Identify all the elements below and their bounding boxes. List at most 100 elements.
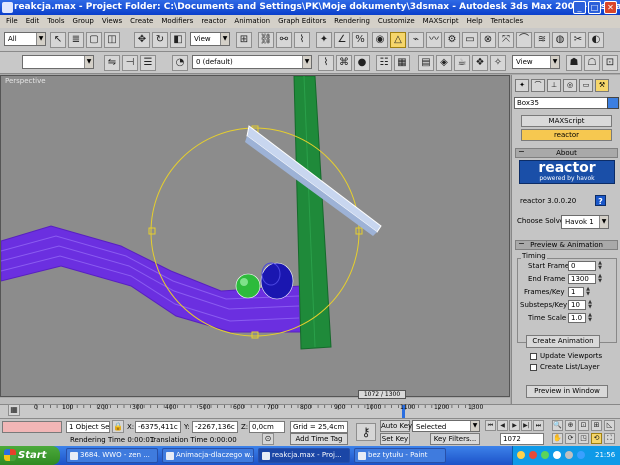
motion-tab-icon[interactable]: ◎ xyxy=(563,79,577,92)
preview-rollout-header[interactable]: − Preview & Animation xyxy=(515,240,618,250)
select-link-icon[interactable]: ⛓ xyxy=(258,32,274,48)
reference-coord-dropdown[interactable]: View ▼ xyxy=(190,32,230,46)
reactor-cloth-icon[interactable]: ⌁ xyxy=(408,32,424,48)
utilities-tab-icon[interactable]: ⚒ xyxy=(595,79,609,92)
menu-reactor[interactable]: reactor xyxy=(197,15,230,28)
named-selection-input[interactable]: ▼ xyxy=(22,55,94,69)
spinner-arrows-icon[interactable]: ▲ ▼ xyxy=(587,313,593,323)
app-icon[interactable] xyxy=(2,2,13,13)
viewport-scene[interactable] xyxy=(1,76,510,397)
render-last-icon[interactable]: ☕ xyxy=(454,55,470,71)
network-icon[interactable] xyxy=(577,451,585,459)
time-tag-icon[interactable]: ⊙ xyxy=(262,433,274,445)
zoom-all-icon[interactable]: ⊕ xyxy=(565,420,576,431)
z-coordinate-field[interactable]: 0,0cm xyxy=(249,421,285,433)
menu-edit[interactable]: Edit xyxy=(22,15,44,28)
reactor-plane-icon[interactable]: ▭ xyxy=(462,32,478,48)
layer-visibility-icon[interactable]: ◔ xyxy=(172,55,188,71)
select-object-icon[interactable]: ↖ xyxy=(50,32,66,48)
object-name-field[interactable]: Box35 xyxy=(514,97,614,109)
tray-icon[interactable] xyxy=(517,451,525,459)
reactor-wind-icon[interactable]: ≋ xyxy=(534,32,550,48)
lock-selection-icon[interactable]: 🔒 xyxy=(112,420,124,433)
green-sphere[interactable] xyxy=(235,273,261,299)
render-teapot-icon[interactable]: ☗ xyxy=(566,55,582,71)
bind-space-warp-icon[interactable]: ⌇ xyxy=(294,32,310,48)
tray-icon[interactable] xyxy=(529,451,537,459)
spinner-arrows-icon[interactable]: ▲ ▼ xyxy=(597,274,603,284)
layer-manager-icon[interactable]: ☰ xyxy=(140,55,156,71)
go-to-end-icon[interactable]: ⏭ xyxy=(533,420,544,431)
open-curve-editor-icon[interactable]: ▦ xyxy=(8,404,20,416)
taskbar-item-paint[interactable]: bez tytułu - Paint xyxy=(354,448,446,463)
reactor-xy-icon[interactable]: ⤧ xyxy=(498,32,514,48)
window-crossing-icon[interactable]: ◫ xyxy=(104,32,120,48)
speaker-icon[interactable] xyxy=(565,451,573,459)
modify-tab-icon[interactable]: ⌒ xyxy=(531,79,545,92)
spinner-arrows-icon[interactable]: ▲ ▼ xyxy=(597,261,603,271)
tray-icon[interactable] xyxy=(553,451,561,459)
key-mode-dropdown[interactable]: Selected ▼ xyxy=(412,420,480,432)
menu-modifiers[interactable]: Modifiers xyxy=(157,15,197,28)
substeps-key-spinner[interactable]: 10 xyxy=(568,300,586,310)
zoom-extents-all-icon[interactable]: ⊞ xyxy=(591,420,602,431)
display-tab-icon[interactable]: ▭ xyxy=(579,79,593,92)
start-frame-spinner[interactable]: 0 xyxy=(568,261,596,271)
maximize-icon[interactable]: □ xyxy=(588,1,601,14)
reactor-fracture-icon[interactable]: ✂ xyxy=(570,32,586,48)
unlink-icon[interactable]: ⚯ xyxy=(276,32,292,48)
render-production-icon[interactable]: ❖ xyxy=(472,55,488,71)
taskbar-item-animacja[interactable]: Animacja-dlaczego w... xyxy=(162,448,254,463)
maximize-viewport-icon[interactable]: ◳ xyxy=(578,433,589,444)
menu-animation[interactable]: Animation xyxy=(230,15,274,28)
active-shade-icon[interactable]: ◈ xyxy=(436,55,452,71)
zoom-extents-icon[interactable]: ⊡ xyxy=(578,420,589,431)
perspective-viewport[interactable]: Perspective xyxy=(0,75,510,397)
menu-file[interactable]: File xyxy=(2,15,22,28)
render-setup-icon[interactable]: ☷ xyxy=(376,55,392,71)
angle-snap-icon[interactable]: ∠ xyxy=(334,32,350,48)
object-color-swatch[interactable] xyxy=(607,97,619,109)
spinner-arrows-icon[interactable]: ▲ ▼ xyxy=(587,300,593,310)
schematic-view-icon[interactable]: ⌘ xyxy=(336,55,352,71)
go-to-start-icon[interactable]: ⏮ xyxy=(485,420,496,431)
selection-filter-dropdown[interactable]: All ▼ xyxy=(4,32,46,46)
viewport-config-icon[interactable]: ⛶ xyxy=(604,433,615,444)
solver-dropdown[interactable]: Havok 1 ▼ xyxy=(561,215,609,229)
select-scale-icon[interactable]: ◧ xyxy=(170,32,186,48)
x-coordinate-field[interactable]: -6375,411c xyxy=(135,421,181,433)
taskbar-item-browser[interactable]: 3684. WWO - zen ... xyxy=(66,448,158,463)
select-by-name-icon[interactable]: ≣ xyxy=(68,32,84,48)
hierarchy-tab-icon[interactable]: ⊥ xyxy=(547,79,561,92)
pivot-center-icon[interactable]: ⊞ xyxy=(236,32,252,48)
end-frame-spinner[interactable]: 1300 xyxy=(568,274,596,284)
key-filters-button[interactable]: Key Filters... xyxy=(430,433,480,445)
spinner-arrows-icon[interactable]: ▲ ▼ xyxy=(585,287,591,297)
menu-group[interactable]: Group xyxy=(69,15,98,28)
maxscript-button[interactable]: MAXScript xyxy=(521,115,612,127)
menu-tentacles[interactable]: Tentacles xyxy=(487,15,528,28)
y-coordinate-field[interactable]: -2267,136c xyxy=(192,421,238,433)
reactor-rigid-body-icon[interactable]: ◉ xyxy=(372,32,388,48)
render-extra-icon[interactable]: ⊡ xyxy=(602,55,618,71)
tray-icon[interactable] xyxy=(541,451,549,459)
create-tab-icon[interactable]: ✦ xyxy=(515,79,529,92)
menu-help[interactable]: Help xyxy=(463,15,487,28)
time-scale-spinner[interactable]: 1.0 xyxy=(568,313,586,323)
menu-tools[interactable]: Tools xyxy=(43,15,68,28)
orbit-icon[interactable]: ⟳ xyxy=(565,433,576,444)
taskbar-item-3dsmax[interactable]: reakcja.max - Proj... xyxy=(258,448,350,463)
field-of-view-icon[interactable]: ◺ xyxy=(604,420,615,431)
walk-through-icon[interactable]: ⟲ xyxy=(591,433,602,444)
add-time-tag-button[interactable]: Add Time Tag xyxy=(290,433,348,445)
render-preset-dropdown[interactable]: View ▼ xyxy=(512,55,560,69)
preview-window-button[interactable]: Preview in Window xyxy=(526,385,608,398)
current-frame-field[interactable]: 1072 xyxy=(500,433,544,445)
about-rollout-header[interactable]: − About xyxy=(515,148,618,158)
time-slider-thumb[interactable]: 1072 / 1300 xyxy=(358,390,406,399)
menu-graph-editors[interactable]: Graph Editors xyxy=(274,15,330,28)
curve-editor-icon[interactable]: ⌇ xyxy=(318,55,334,71)
selection-region-icon[interactable]: ▢ xyxy=(86,32,102,48)
select-rotate-icon[interactable]: ↻ xyxy=(152,32,168,48)
set-key-button[interactable]: Set Key xyxy=(380,433,410,445)
